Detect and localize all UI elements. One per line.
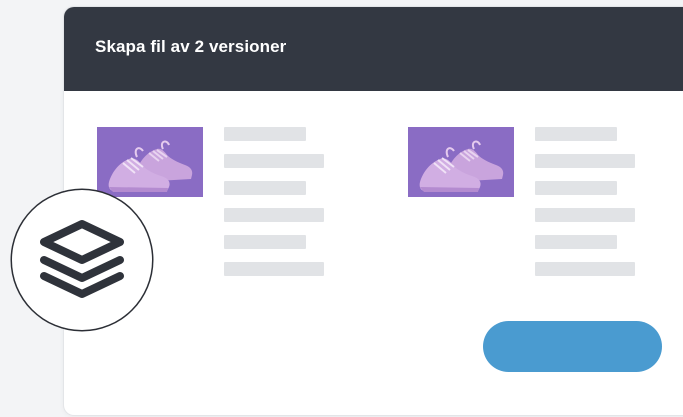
version-thumbnail <box>408 127 514 197</box>
placeholder-line <box>535 235 617 249</box>
placeholder-line <box>224 154 324 168</box>
placeholder-line <box>224 262 324 276</box>
placeholder-line <box>224 208 324 222</box>
create-file-button[interactable] <box>483 321 662 372</box>
sneakers-image <box>97 127 203 197</box>
layers-icon <box>40 220 124 298</box>
placeholder-line <box>224 235 306 249</box>
placeholder-line <box>535 127 617 141</box>
placeholder-line <box>535 154 635 168</box>
version-card[interactable] <box>408 127 648 287</box>
dialog-header: Skapa fil av 2 versioner <box>64 7 683 91</box>
layers-badge <box>12 190 152 330</box>
placeholder-line <box>224 181 306 195</box>
placeholder-line <box>535 262 635 276</box>
version-thumbnail <box>97 127 203 197</box>
placeholder-line <box>535 208 635 222</box>
screen: Skapa fil av 2 versioner <box>0 0 683 417</box>
create-file-dialog: Skapa fil av 2 versioner <box>64 7 683 415</box>
placeholder-line <box>535 181 617 195</box>
dialog-title: Skapa fil av 2 versioner <box>95 37 287 56</box>
sneakers-image <box>408 127 514 197</box>
placeholder-line <box>224 127 306 141</box>
